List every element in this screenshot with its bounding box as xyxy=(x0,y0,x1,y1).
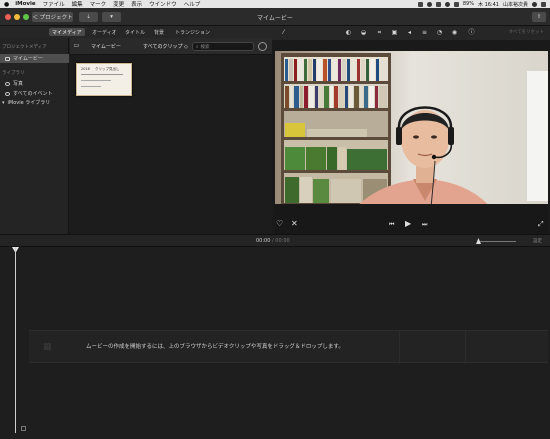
notification-center-icon[interactable] xyxy=(541,1,546,7)
clip-line xyxy=(81,74,123,75)
timeline[interactable]: ▦ ムービーの作成を開始するには、上のブラウザからビデオクリップや写真をドラッグ… xyxy=(0,247,550,439)
reject-icon[interactable]: ✕ xyxy=(291,219,298,229)
menu-edit[interactable]: 編集 xyxy=(72,0,83,8)
menu-file[interactable]: ファイル xyxy=(43,0,65,8)
color-correction-icon[interactable]: ◒ xyxy=(360,29,367,36)
skip-back-icon[interactable]: ⏮ xyxy=(389,220,394,230)
clip-thumbnail[interactable]: 2016 クリップ見出し xyxy=(76,63,132,96)
timecode-current: 00:00 xyxy=(256,238,271,244)
media-browser: ▭ マイムービー すべてのクリップ ◇ ⌕ 検索 2016 クリップ見出し xyxy=(70,38,272,234)
menu-modify[interactable]: 変更 xyxy=(113,0,124,8)
siri-icon[interactable] xyxy=(532,1,537,7)
color-balance-icon[interactable]: ◐ xyxy=(345,29,352,36)
stabilization-icon[interactable]: ▣ xyxy=(391,29,398,36)
timecode: 00:00 / 00:00 xyxy=(256,238,290,244)
sidebar-item-label: すべてのイベント xyxy=(13,91,53,97)
search-icon: ⌕ xyxy=(196,44,199,50)
sidebar-item-imovie-library[interactable]: ▾ iMovie ライブラリ xyxy=(0,98,69,107)
sidebar-item-photos[interactable]: 写真 xyxy=(0,79,69,88)
disclosure-triangle-icon[interactable]: ▾ xyxy=(2,100,5,106)
events-icon xyxy=(5,91,10,96)
clip-thumbnail-label: 2016 xyxy=(81,67,90,71)
browser-project-label: マイムービー xyxy=(91,44,121,50)
clip-line xyxy=(81,86,101,87)
speed-icon[interactable]: ◔ xyxy=(436,29,443,36)
sidebar-item-label: マイムービー xyxy=(13,56,43,62)
clip-line xyxy=(81,80,111,81)
volume-icon[interactable]: ◂ xyxy=(406,29,413,36)
clip-thumbnail-title: クリップ見出し xyxy=(95,67,120,71)
noise-reduction-icon[interactable]: ≡ xyxy=(421,29,428,36)
info-icon[interactable]: ⓘ xyxy=(468,29,475,36)
user-name[interactable]: 山本裕次貴 xyxy=(503,1,528,8)
status-wifi-icon[interactable] xyxy=(453,1,459,7)
audio-track-icon xyxy=(21,426,26,431)
status-app-icon[interactable] xyxy=(417,1,423,7)
skip-forward-icon[interactable]: ⏭ xyxy=(422,220,427,230)
menu-window[interactable]: ウインドウ xyxy=(149,0,177,8)
status-record-icon[interactable] xyxy=(444,1,450,7)
timeline-header: 00:00 / 00:00 設定 xyxy=(0,234,550,247)
browser-tabs: マイメディア オーディオ タイトル 背景 トランジション xyxy=(0,26,272,38)
title-bar: ＜ プロジェクト ⇣ ▾ マイムービー ⇧ xyxy=(0,8,550,26)
timeline-settings-button[interactable]: 設定 xyxy=(533,238,542,244)
tab-my-media[interactable]: マイメディア xyxy=(49,28,85,36)
drop-zone-divider xyxy=(465,331,466,364)
magic-wand-icon[interactable]: ⁄ xyxy=(280,29,287,36)
playhead[interactable] xyxy=(15,247,16,433)
menu-mark[interactable]: マーク xyxy=(90,0,107,8)
sidebar-item-my-movie[interactable]: マイムービー xyxy=(0,54,69,63)
play-button-icon[interactable]: ▶ xyxy=(405,219,411,229)
sidebar-item-all-events[interactable]: すべてのイベント xyxy=(0,89,69,98)
sidebar-toggle-icon[interactable]: ▭ xyxy=(73,42,80,49)
crop-icon[interactable]: ⌗ xyxy=(376,29,383,36)
gear-icon[interactable] xyxy=(258,42,267,51)
menu-help[interactable]: ヘルプ xyxy=(184,0,201,8)
film-icon: ▦ xyxy=(43,342,52,352)
share-button[interactable]: ⇧ xyxy=(532,12,546,22)
sidebar-heading-libraries: ライブラリ xyxy=(2,71,25,76)
reset-all-button[interactable]: すべてをリセット xyxy=(509,29,544,35)
battery-percent[interactable]: 89% xyxy=(463,1,474,7)
menu-bar: ● iMovie ファイル 編集 マーク 変更 表示 ウインドウ ヘルプ 89%… xyxy=(0,0,550,8)
search-placeholder: 検索 xyxy=(200,44,210,50)
photos-icon xyxy=(5,81,10,86)
status-tool-icon[interactable] xyxy=(435,1,441,7)
apple-menu-icon[interactable]: ● xyxy=(4,1,9,8)
movie-icon xyxy=(5,56,10,61)
sidebar-item-label: 写真 xyxy=(13,81,24,87)
timeline-empty-message: ムービーの作成を開始するには、上のブラウザからビデオクリップや写真をドラッグ＆ド… xyxy=(86,344,344,350)
drop-zone-divider xyxy=(399,331,400,364)
sidebar-heading-project-media: プロジェクトメディア xyxy=(2,45,47,50)
library-sidebar: プロジェクトメディア マイムービー ライブラリ 写真 すべてのイベント ▾ iM… xyxy=(0,38,69,234)
viewer-toolbar: ⁄ ◐ ◒ ⌗ ▣ ◂ ≡ ◔ ◉ ⓘ すべてをリセット xyxy=(272,26,550,40)
timecode-total: 00:00 xyxy=(275,238,290,244)
timeline-drop-zone[interactable]: ▦ ムービーの作成を開始するには、上のブラウザからビデオクリップや写真をドラッグ… xyxy=(29,330,548,364)
clock[interactable]: 木 16:41 xyxy=(478,1,499,8)
clip-filter-icon[interactable]: ◉ xyxy=(451,29,458,36)
status-sync-icon[interactable] xyxy=(426,1,432,7)
menu-view[interactable]: 表示 xyxy=(131,0,142,8)
search-input[interactable]: ⌕ 検索 xyxy=(192,42,254,51)
tab-transitions[interactable]: トランジション xyxy=(172,28,213,36)
window-title: マイムービー xyxy=(257,15,293,22)
zoom-slider[interactable] xyxy=(478,241,516,242)
clip-filter-dropdown[interactable]: すべてのクリップ ◇ xyxy=(143,43,188,50)
tab-backgrounds[interactable]: 背景 xyxy=(151,28,167,36)
viewer-controls: ♡ ✕ ⏮ ▶ ⏭ ⤢ xyxy=(272,214,550,234)
menu-app[interactable]: iMovie xyxy=(15,1,35,7)
viewer xyxy=(272,40,550,247)
status-area: 89% 木 16:41 山本裕次貴 xyxy=(417,0,546,8)
tab-audio[interactable]: オーディオ xyxy=(89,28,120,36)
browser-toolbar: ▭ マイムービー すべてのクリップ ◇ ⌕ 検索 xyxy=(70,38,272,55)
fullscreen-icon[interactable]: ⤢ xyxy=(538,219,544,229)
favorite-heart-icon[interactable]: ♡ xyxy=(276,219,283,229)
tab-titles[interactable]: タイトル xyxy=(122,28,148,36)
sidebar-item-label: iMovie ライブラリ xyxy=(7,100,51,106)
